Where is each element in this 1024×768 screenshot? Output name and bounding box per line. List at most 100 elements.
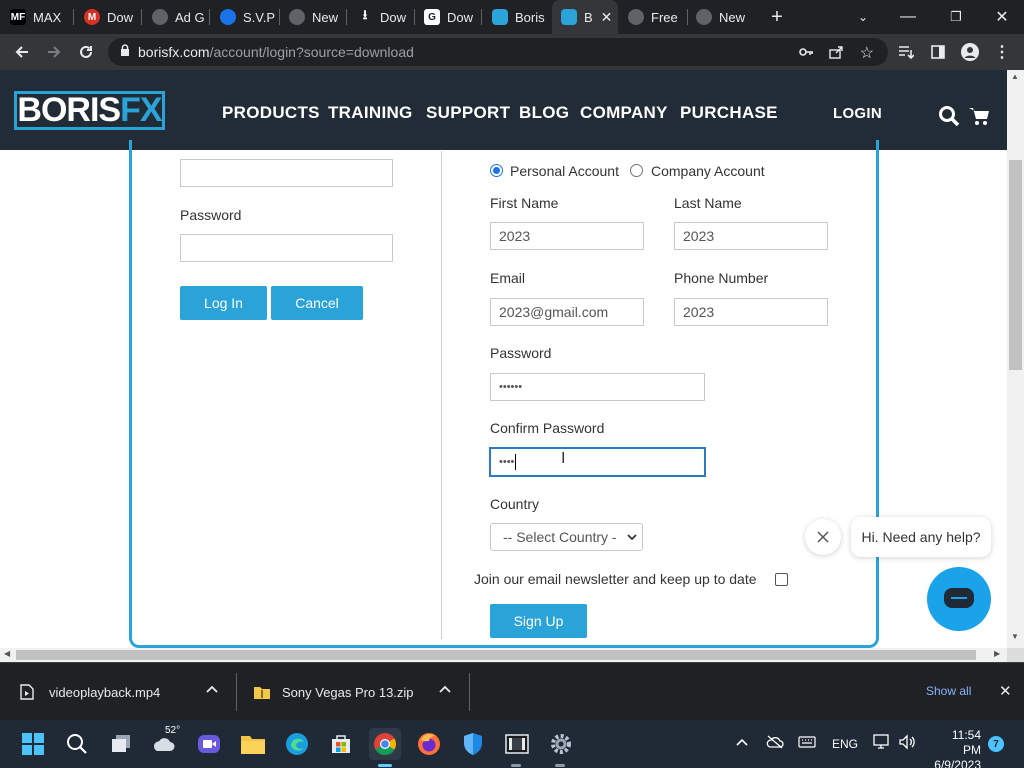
tab-title: New: [312, 9, 339, 25]
video-editor-icon[interactable]: [501, 728, 533, 760]
address-bar[interactable]: borisfx.com/account/login?source=downloa…: [108, 38, 888, 66]
task-view-icon[interactable]: [105, 728, 137, 760]
newsletter-checkbox[interactable]: [775, 573, 788, 586]
last-name-input[interactable]: 2023: [674, 222, 828, 250]
side-panel-icon[interactable]: [926, 40, 950, 64]
scroll-up-arrow-icon[interactable]: ▲: [1011, 72, 1019, 81]
clock-time: 11:54 PM: [951, 728, 981, 757]
email-input[interactable]: 2023@gmail.com: [490, 298, 644, 326]
network-icon[interactable]: [873, 734, 891, 753]
borisfx-logo[interactable]: BORIS FX: [14, 91, 165, 130]
download-item-zip[interactable]: Sony Vegas Pro 13.zip: [253, 663, 451, 721]
file-explorer-icon[interactable]: [237, 728, 269, 760]
language-indicator[interactable]: ENG: [832, 737, 858, 751]
lock-icon[interactable]: [120, 43, 130, 61]
scroll-right-arrow-icon[interactable]: ▶: [994, 649, 1000, 658]
search-icon[interactable]: [938, 105, 960, 132]
minimize-icon[interactable]: —: [896, 0, 920, 34]
forward-icon[interactable]: [42, 40, 66, 64]
cancel-button[interactable]: Cancel: [271, 286, 363, 320]
chevron-up-icon[interactable]: [439, 683, 451, 698]
login-button[interactable]: Log In: [180, 286, 267, 320]
search-icon[interactable]: [61, 728, 93, 760]
menu-kebab-icon[interactable]: ⋮: [990, 40, 1014, 64]
video-chat-icon[interactable]: [193, 728, 225, 760]
chat-greeting[interactable]: Hi. Need any help?: [851, 517, 991, 557]
tray-overflow-chevron-icon[interactable]: [736, 736, 748, 750]
close-tab-icon[interactable]: ✕: [601, 9, 613, 26]
vertical-scroll-thumb[interactable]: [1009, 160, 1022, 370]
nav-purchase[interactable]: PURCHASE: [680, 103, 778, 123]
nav-blog[interactable]: BLOG: [519, 103, 569, 123]
chrome-icon: [696, 9, 712, 25]
weather-icon[interactable]: 52°: [149, 725, 181, 760]
show-all-downloads-link[interactable]: Show all: [926, 684, 971, 698]
nav-training[interactable]: TRAINING: [328, 103, 413, 123]
windows-start-icon[interactable]: [17, 728, 49, 760]
settings-gear-icon[interactable]: [545, 728, 577, 760]
notification-badge[interactable]: 7: [988, 736, 1004, 752]
nav-company[interactable]: COMPANY: [580, 103, 668, 123]
reload-icon[interactable]: [74, 40, 98, 64]
signup-button[interactable]: Sign Up: [490, 604, 587, 638]
nav-products[interactable]: PRODUCTS: [222, 103, 320, 123]
tab-ad[interactable]: Ad G: [152, 0, 210, 34]
password-input[interactable]: ••••••: [490, 373, 705, 401]
back-icon[interactable]: [10, 40, 34, 64]
close-download-bar-icon[interactable]: ✕: [999, 682, 1012, 700]
tab-download-1[interactable]: M Dow: [84, 0, 142, 34]
cloud-offline-icon[interactable]: [766, 735, 784, 752]
tab-favicon: [220, 9, 236, 25]
cart-icon[interactable]: [968, 105, 990, 132]
profile-icon[interactable]: [958, 40, 982, 64]
scroll-left-arrow-icon[interactable]: ◀: [4, 649, 10, 658]
tab-max[interactable]: MF MAX: [10, 0, 74, 34]
share-icon[interactable]: [828, 44, 844, 65]
nav-login[interactable]: LOGIN: [833, 105, 882, 122]
firefox-icon[interactable]: [413, 728, 445, 760]
tab-title: Dow: [447, 9, 474, 25]
keyboard-icon[interactable]: [798, 736, 816, 751]
key-icon[interactable]: [798, 44, 814, 65]
tab-download-3[interactable]: G Dow: [424, 0, 482, 34]
login-password-label: Password: [180, 207, 242, 223]
volume-icon[interactable]: [898, 734, 916, 753]
tab-svp[interactable]: S.V.P: [220, 0, 280, 34]
tab-free[interactable]: Free: [628, 0, 688, 34]
scroll-down-arrow-icon[interactable]: ▼: [1011, 632, 1019, 641]
tab-new-2[interactable]: New: [696, 0, 756, 34]
tab-new-1[interactable]: New: [289, 0, 347, 34]
security-shield-icon[interactable]: [457, 728, 489, 760]
tab-search-icon[interactable]: ⌄: [852, 0, 874, 34]
newsletter-label: Join our email newsletter and keep up to…: [474, 571, 757, 587]
chat-close-button[interactable]: [805, 519, 841, 555]
login-password-input[interactable]: [180, 234, 393, 262]
personal-account-label: Personal Account: [510, 163, 619, 179]
login-email-input[interactable]: [180, 159, 393, 187]
reading-list-icon[interactable]: [894, 40, 918, 64]
phone-label: Phone Number: [674, 270, 769, 286]
edge-browser-icon[interactable]: [281, 728, 313, 760]
phone-input[interactable]: 2023: [674, 298, 828, 326]
chrome-taskbar-icon[interactable]: [369, 728, 401, 760]
chevron-up-icon[interactable]: [206, 683, 218, 698]
nav-support[interactable]: SUPPORT: [426, 103, 510, 123]
tab-download-2[interactable]: ⭳ Dow: [357, 0, 415, 34]
tab-boris-active[interactable]: B ✕: [552, 0, 618, 34]
restore-icon[interactable]: ❐: [944, 0, 968, 34]
country-select[interactable]: -- Select Country -: [490, 523, 643, 551]
radio-company-account[interactable]: [630, 164, 643, 177]
clock[interactable]: 11:54 PM 6/9/2023: [931, 728, 981, 768]
microsoft-store-icon[interactable]: [325, 728, 357, 760]
tab-favicon: MF: [10, 9, 26, 25]
chat-launcher-button[interactable]: [927, 567, 991, 631]
horizontal-scroll-thumb[interactable]: [16, 650, 976, 660]
tab-boris-1[interactable]: Boris: [492, 0, 550, 34]
bookmark-star-icon[interactable]: ☆: [860, 43, 874, 63]
first-name-input[interactable]: 2023: [490, 222, 644, 250]
download-item-video[interactable]: videoplayback.mp4: [20, 663, 218, 721]
confirm-password-input[interactable]: ••••: [489, 447, 706, 477]
radio-personal-account[interactable]: [490, 164, 503, 177]
close-window-icon[interactable]: ✕: [990, 0, 1014, 34]
new-tab-icon[interactable]: +: [766, 0, 788, 34]
